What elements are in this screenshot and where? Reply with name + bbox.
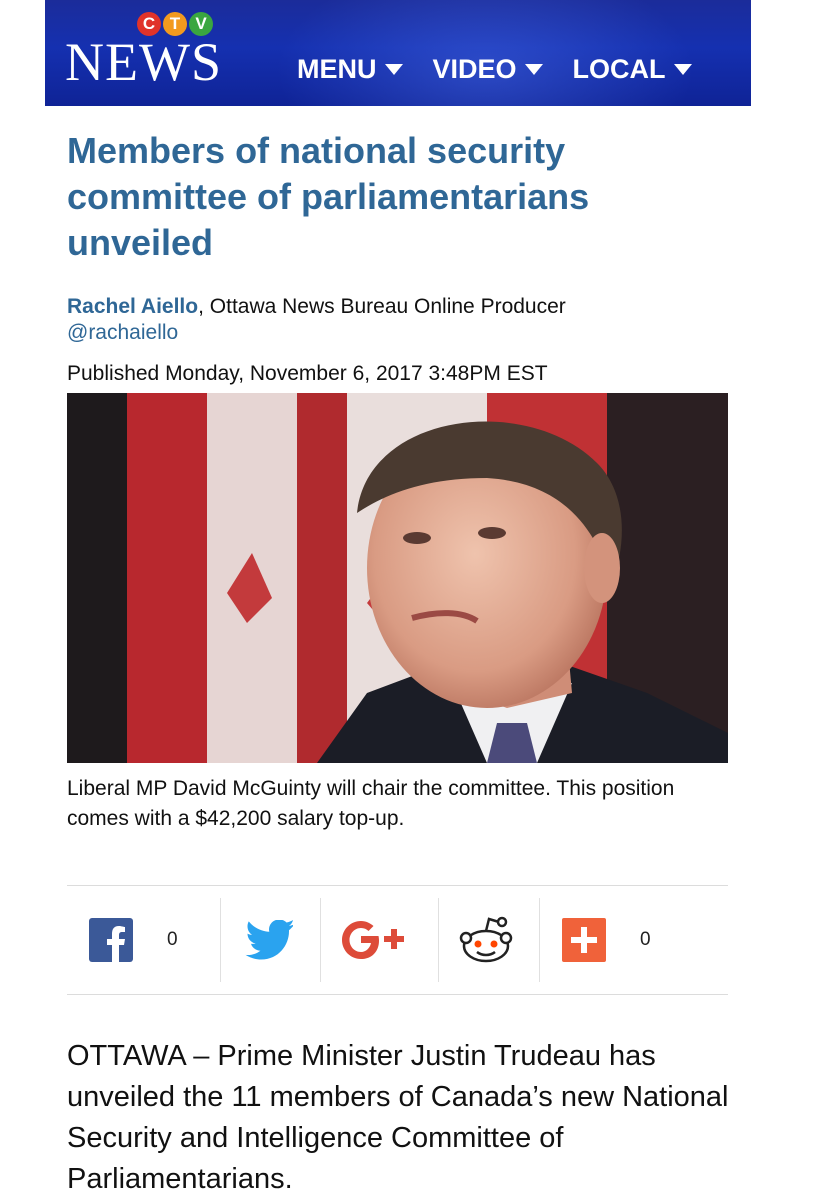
google-plus-share-button[interactable] — [340, 898, 414, 982]
twitter-share-button[interactable] — [245, 898, 293, 982]
nav-video-label: VIDEO — [432, 54, 517, 84]
news-wordmark: NEWS — [65, 32, 222, 92]
author-twitter-link[interactable]: @rachaiello — [67, 320, 566, 346]
article-lead-paragraph: OTTAWA – Prime Minister Justin Trudeau h… — [67, 1040, 729, 1195]
facebook-icon — [89, 918, 133, 962]
photo-caption: Liberal MP David McGuinty will chair the… — [67, 777, 675, 830]
ctv-news-logo[interactable]: CTV NEWS — [65, 10, 235, 100]
nav-menu-label: MENU — [297, 54, 377, 84]
add-share-count: 0 — [640, 929, 651, 950]
nav-video[interactable]: VIDEO — [433, 54, 543, 85]
article-headline: Members of national security committee o… — [67, 130, 590, 263]
chevron-down-icon — [524, 64, 543, 75]
share-divider — [220, 898, 221, 982]
reddit-share-button[interactable] — [458, 898, 514, 982]
nav-local-label: LOCAL — [572, 54, 666, 84]
chevron-down-icon — [673, 64, 692, 75]
reddit-icon — [459, 916, 513, 963]
twitter-icon — [245, 920, 293, 960]
add-share-button[interactable]: 0 — [562, 898, 651, 982]
chevron-down-icon — [384, 64, 403, 75]
share-divider — [320, 898, 321, 982]
nav-menu[interactable]: MENU — [297, 54, 403, 85]
byline: Rachel Aiello, Ottawa News Bureau Online… — [67, 294, 566, 346]
main-nav: MENU VIDEO LOCAL — [297, 54, 722, 85]
author-role: , Ottawa News Bureau Online Producer — [198, 295, 566, 318]
share-divider — [438, 898, 439, 982]
add-share-icon — [562, 918, 606, 962]
facebook-share-count: 0 — [167, 929, 178, 950]
photo-illustration — [67, 393, 728, 763]
share-bar: 0 0 — [67, 885, 728, 995]
nav-local[interactable]: LOCAL — [573, 54, 692, 85]
site-header: CTV NEWS MENU VIDEO LOCAL — [45, 0, 751, 106]
author-link[interactable]: Rachel Aiello — [67, 295, 198, 318]
facebook-share-button[interactable]: 0 — [89, 898, 178, 982]
article-photo[interactable] — [67, 393, 728, 763]
published-date: Published Monday, November 6, 2017 3:48P… — [67, 362, 548, 385]
google-plus-icon — [342, 921, 404, 959]
share-divider — [539, 898, 540, 982]
